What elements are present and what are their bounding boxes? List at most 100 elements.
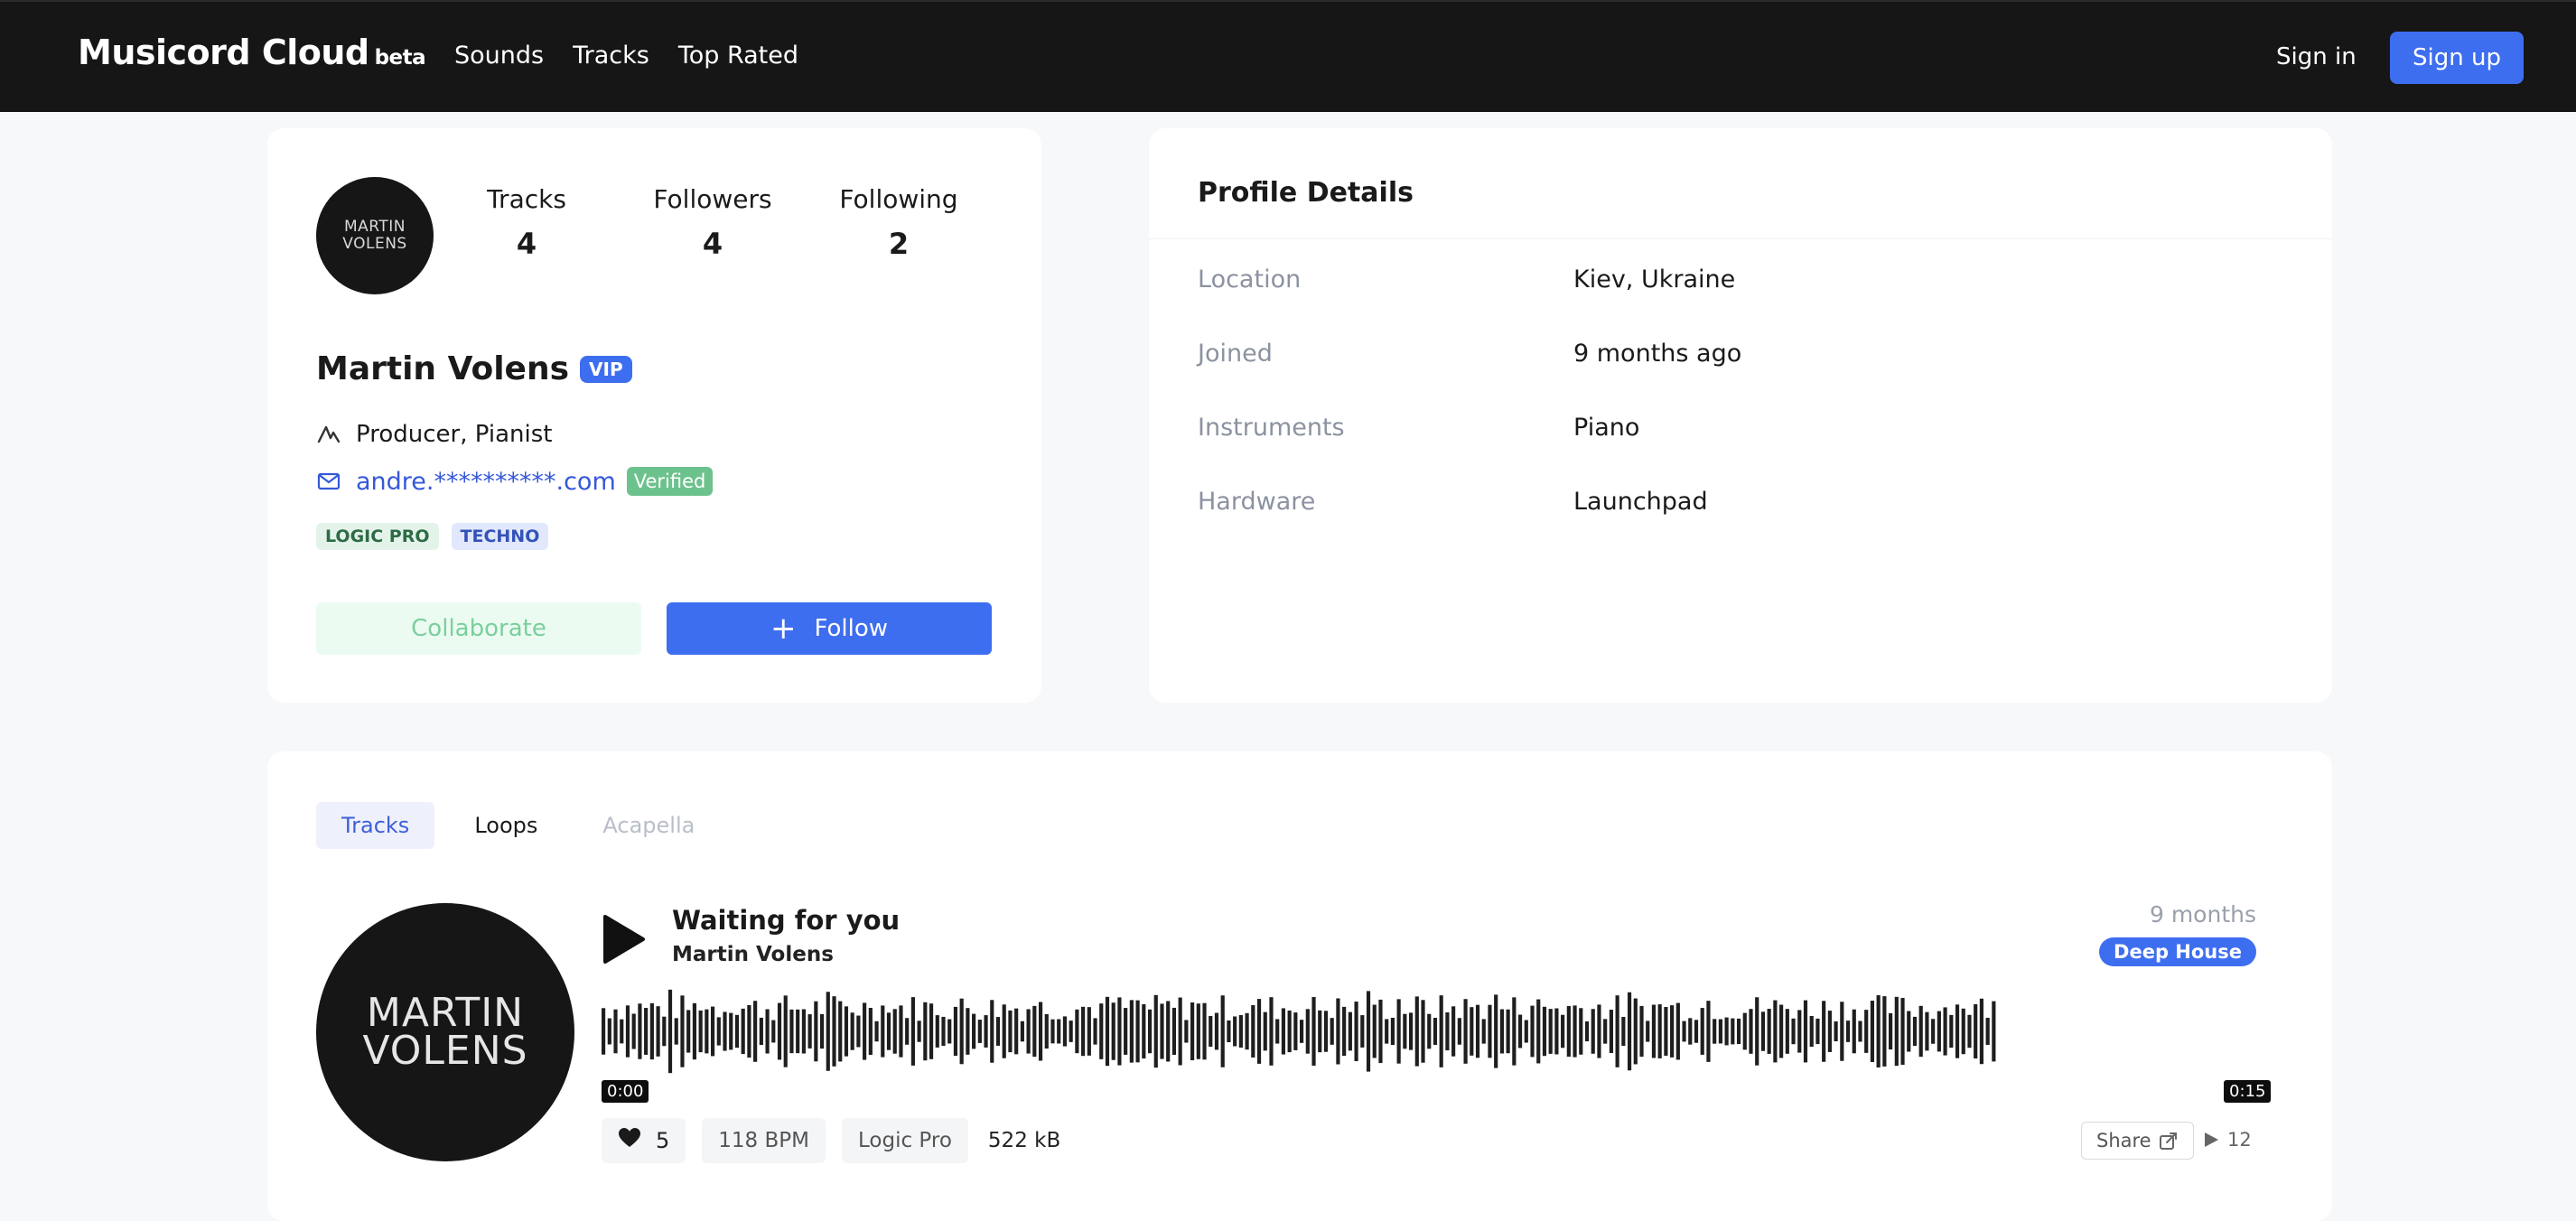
waveform-bar: [602, 1008, 606, 1055]
verified-badge: Verified: [626, 467, 714, 496]
waveform-bar: [680, 995, 685, 1067]
bpm-chip: 118 BPM: [702, 1118, 826, 1163]
waveform-bar: [1099, 1003, 1104, 1059]
waveform-bar: [1233, 1016, 1237, 1047]
waveform-bar: [1979, 998, 1983, 1065]
waveform-bar: [1907, 1011, 1911, 1052]
waveform-bar: [1870, 1001, 1875, 1062]
waveform-bar: [1470, 1007, 1474, 1056]
waveform-bar: [1251, 1005, 1255, 1058]
email-link[interactable]: andre.**********.com: [356, 468, 616, 496]
waveform-bar: [1178, 997, 1182, 1066]
share-button[interactable]: Share: [2081, 1122, 2194, 1160]
waveform-bar: [1967, 1014, 1972, 1049]
waveform-bar: [863, 1002, 867, 1060]
waveform-bar: [984, 1015, 988, 1048]
waveform-bar: [1822, 1001, 1826, 1062]
waveform-bar: [1815, 1018, 1820, 1045]
waveform-bar: [814, 1001, 818, 1062]
waveform-bar: [674, 1018, 678, 1045]
avatar-line1: MARTIN: [344, 218, 406, 236]
waveform-bar: [1524, 1020, 1528, 1043]
waveform-bar: [1372, 1004, 1377, 1058]
sign-up-button[interactable]: Sign up: [2390, 32, 2524, 84]
waveform-bar: [1263, 1011, 1267, 1051]
track-cover[interactable]: MARTIN VOLENS: [316, 903, 574, 1161]
stat-value: 2: [888, 227, 910, 261]
follow-button[interactable]: + Follow: [667, 602, 992, 655]
waveform-bar: [1591, 1009, 1595, 1054]
waveform-bar: [1311, 996, 1316, 1066]
track-title[interactable]: Waiting for you: [672, 905, 900, 936]
profile-details-card: Profile Details Location Kiev, Ukraine J…: [1149, 128, 2332, 703]
waveform-bar: [1366, 991, 1371, 1072]
waveform-bar: [1245, 1012, 1249, 1050]
tab-acapella[interactable]: Acapella: [577, 802, 720, 849]
waveform-bar: [1287, 1010, 1292, 1053]
play-button[interactable]: [602, 914, 647, 965]
waveform-bar: [716, 1017, 721, 1046]
waveform-bar: [1517, 1014, 1523, 1049]
follow-label: Follow: [814, 615, 889, 642]
waveform-bar: [1002, 1004, 1006, 1058]
waveform-bar: [1633, 998, 1638, 1065]
waveform-bar: [1760, 1011, 1766, 1051]
track-artist[interactable]: Martin Volens: [672, 943, 834, 966]
waveform-bar: [1566, 1005, 1571, 1058]
waveform-bar: [1135, 1000, 1140, 1063]
stat-following[interactable]: Following 2: [817, 184, 980, 261]
waveform-bar: [1475, 1004, 1480, 1058]
waveform-bar: [1912, 1016, 1918, 1047]
waveform-bar: [759, 1017, 763, 1046]
waveform-bar: [1670, 1005, 1675, 1058]
cover-line1: MARTIN: [366, 990, 525, 1036]
stat-value: 4: [702, 227, 723, 261]
play-count-icon: [2202, 1131, 2220, 1149]
waveform-bar: [1597, 1004, 1601, 1058]
waveform-bar: [1171, 1007, 1177, 1056]
waveform-bar: [1864, 1010, 1869, 1053]
genre-badge[interactable]: Deep House: [2099, 937, 2256, 966]
like-button[interactable]: 5: [602, 1118, 686, 1163]
tracks-card: Tracks Loops Acapella MARTIN VOLENS Wait…: [267, 751, 2332, 1221]
cover-line2: VOLENS: [362, 1028, 528, 1074]
collaborate-button[interactable]: Collaborate: [316, 602, 641, 655]
details-divider: [1149, 238, 2332, 239]
waveform-bar: [1414, 996, 1419, 1067]
stat-followers[interactable]: Followers 4: [631, 184, 794, 261]
waveform-bar: [692, 1002, 696, 1060]
waveform[interactable]: [602, 984, 1998, 1078]
waveform-bar: [1845, 1021, 1851, 1042]
nav-link-top-rated[interactable]: Top Rated: [678, 42, 798, 70]
waveform-bar: [1512, 997, 1517, 1066]
nav-link-tracks[interactable]: Tracks: [573, 42, 649, 70]
waveform-bar: [1238, 1015, 1243, 1048]
tag-logic-pro[interactable]: LOGIC PRO: [316, 523, 439, 550]
detail-label: Location: [1198, 266, 1302, 294]
brand-logo[interactable]: Musicord Cloud beta: [78, 33, 426, 72]
waveform-bar: [1561, 1014, 1565, 1049]
waveform-bar: [1463, 999, 1468, 1064]
waveform-bar: [1385, 1019, 1389, 1044]
tab-tracks[interactable]: Tracks: [316, 802, 435, 849]
waveform-bar: [729, 1012, 733, 1050]
tag-techno[interactable]: TECHNO: [451, 523, 549, 550]
nav-link-sounds[interactable]: Sounds: [454, 42, 544, 70]
waveform-bar: [1688, 1018, 1693, 1045]
stat-tracks[interactable]: Tracks 4: [445, 184, 608, 261]
waveform-bar: [1390, 1017, 1395, 1046]
waveform-bar: [1396, 999, 1401, 1064]
sign-in-link[interactable]: Sign in: [2276, 43, 2357, 70]
tracks-tabs: Tracks Loops Acapella: [316, 802, 734, 849]
waveform-bar: [1281, 1008, 1285, 1055]
tab-loops[interactable]: Loops: [449, 802, 563, 849]
waveform-bar: [941, 1016, 946, 1047]
waveform-bar: [1038, 1002, 1043, 1061]
waveform-bar: [1087, 1007, 1091, 1056]
details-title: Profile Details: [1198, 177, 1414, 209]
waveform-bar: [1779, 1004, 1784, 1058]
waveform-bar: [1706, 1001, 1711, 1062]
waveform-bar: [777, 1002, 782, 1060]
waveform-bar: [1081, 1006, 1086, 1057]
waveform-bar: [868, 1008, 873, 1055]
